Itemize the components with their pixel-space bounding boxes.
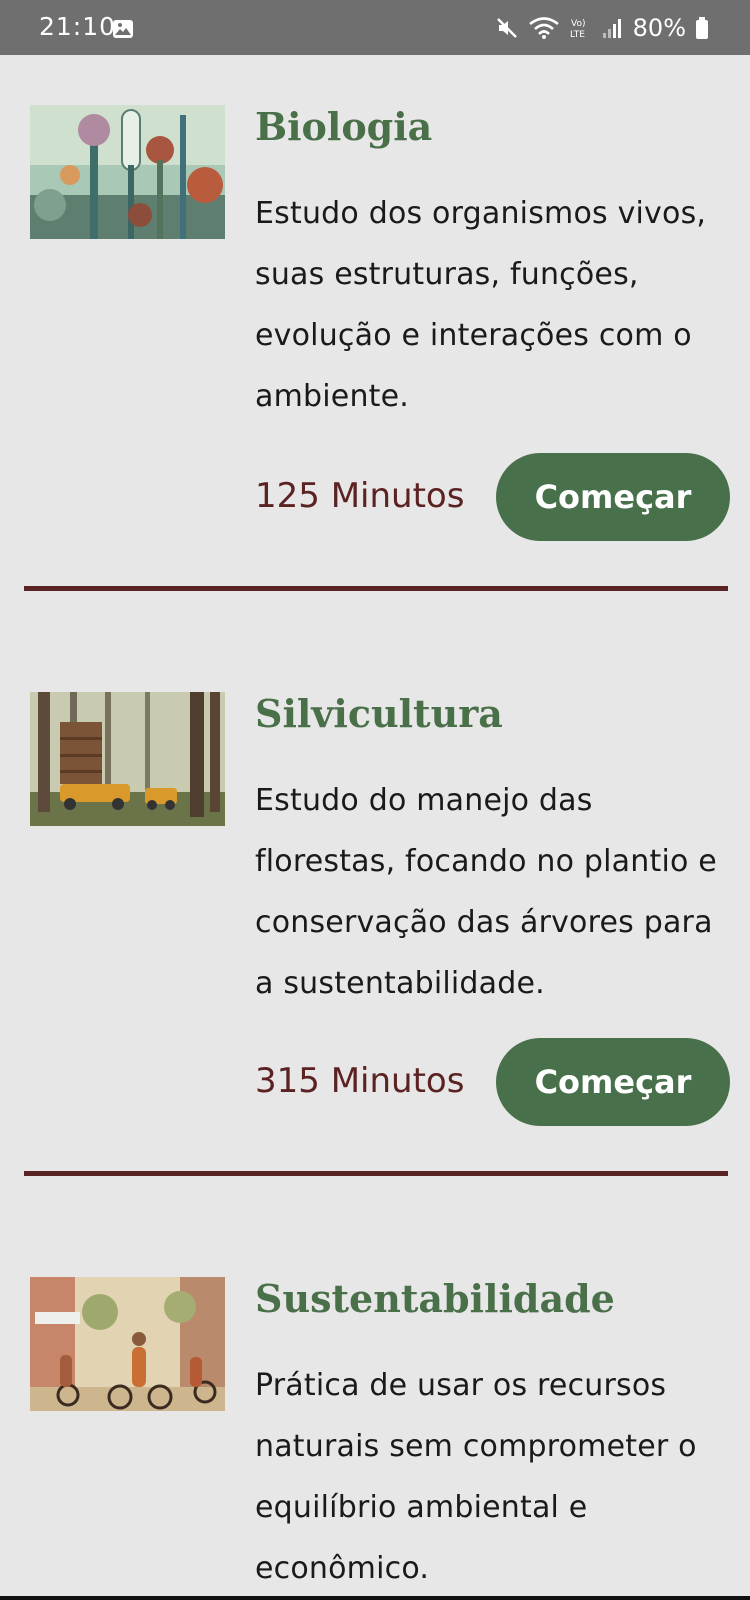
course-duration: 125 Minutos	[255, 476, 465, 516]
course-description: Estudo do manejo das florestas, focando …	[255, 783, 717, 1001]
volte-icon: Vo) LTE	[570, 19, 585, 40]
divider	[24, 586, 728, 591]
course-title: Silvicultura	[255, 691, 503, 736]
status-bar: 21:10 Vo) LTE 80%	[0, 0, 750, 55]
mute-icon	[496, 17, 517, 38]
start-button-silvicultura[interactable]: Começar	[496, 1038, 730, 1126]
battery-icon	[696, 16, 708, 39]
svg-text:Vo): Vo)	[571, 19, 585, 29]
course-image-biologia	[30, 105, 225, 239]
divider	[24, 1171, 728, 1176]
course-title: Biologia	[255, 104, 433, 149]
status-icons: Vo) LTE 80%	[495, 0, 709, 55]
course-image-silvicultura	[30, 692, 225, 826]
course-title: Sustentabilidade	[255, 1276, 615, 1321]
course-description: Prática de usar os recursos naturais sem…	[255, 1368, 697, 1586]
wifi-icon	[528, 16, 559, 39]
bottom-edge	[0, 1596, 750, 1600]
course-duration: 315 Minutos	[255, 1061, 465, 1101]
status-time: 21:10	[39, 12, 117, 41]
svg-text:LTE: LTE	[570, 30, 585, 40]
course-description: Estudo dos organismos vivos, suas estrut…	[255, 196, 707, 414]
gallery-icon	[113, 20, 133, 38]
course-image-sustentabilidade	[30, 1277, 225, 1411]
start-button-biologia[interactable]: Começar	[496, 453, 730, 541]
signal-icon	[602, 18, 621, 38]
battery-percent: 80%	[632, 13, 686, 42]
